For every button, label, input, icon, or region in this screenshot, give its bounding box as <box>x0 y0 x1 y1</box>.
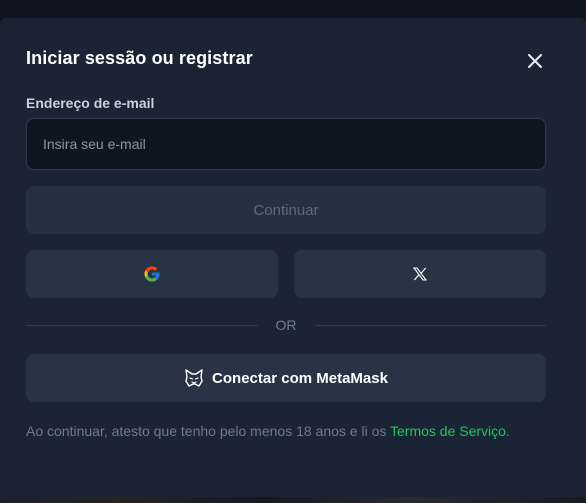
divider-or-text: OR <box>275 317 297 333</box>
divider-line-right <box>314 324 546 326</box>
login-modal: Iniciar sessão ou registrar Endereço de … <box>0 18 586 498</box>
x-icon <box>412 267 428 281</box>
google-icon <box>144 266 160 282</box>
email-input[interactable] <box>26 118 546 170</box>
modal-title: Iniciar sessão ou registrar <box>26 48 253 68</box>
email-label: Endereço de e-mail <box>26 95 155 111</box>
close-button[interactable] <box>524 50 546 72</box>
close-icon <box>528 54 542 68</box>
terms-notice: Ao continuar, atesto que tenho pelo meno… <box>26 420 546 443</box>
metamask-connect-button[interactable]: Conectar com MetaMask <box>26 354 546 402</box>
metamask-button-label: Conectar com MetaMask <box>212 369 388 387</box>
continue-button[interactable]: Continuar <box>26 186 546 234</box>
metamask-fox-icon <box>184 368 204 388</box>
divider-line-left <box>26 324 258 326</box>
google-login-button[interactable] <box>26 250 278 298</box>
terms-text: Ao continuar, atesto que tenho pelo meno… <box>26 423 390 439</box>
terms-of-service-link[interactable]: Termos de Serviço <box>390 423 506 439</box>
background-content-strip <box>0 497 586 503</box>
x-login-button[interactable] <box>294 250 546 298</box>
or-divider: OR <box>26 316 546 334</box>
terms-suffix: . <box>505 423 510 439</box>
